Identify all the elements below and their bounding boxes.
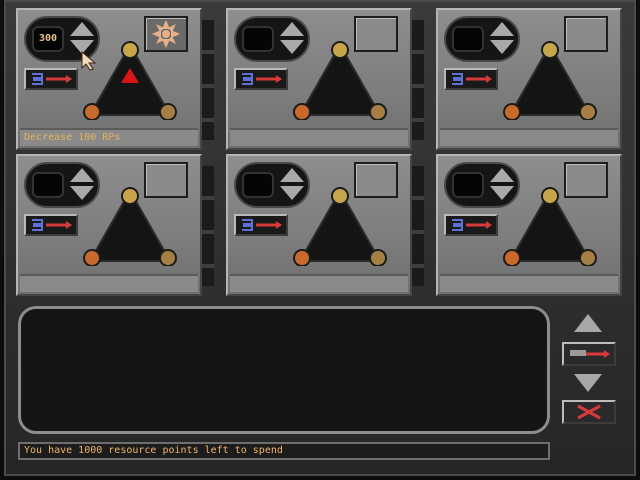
tree-icon <box>369 103 387 120</box>
arrow-up-icon[interactable] <box>490 22 514 36</box>
money-transfer-icon <box>452 73 492 85</box>
triangle-panel <box>503 41 597 120</box>
confirm-transfer-button[interactable] <box>562 342 616 366</box>
fire-icon <box>83 249 101 266</box>
money-transfer-icon <box>242 219 282 231</box>
scales-icon <box>541 187 559 205</box>
slot-status-bar <box>440 274 618 292</box>
fire-icon <box>83 103 101 120</box>
money-transfer-icon <box>570 350 610 358</box>
value-display <box>452 172 484 198</box>
tree-icon <box>159 249 177 266</box>
triangle-panel <box>503 187 597 266</box>
value-display: 300 <box>32 26 64 52</box>
scales-icon <box>331 187 349 205</box>
arrow-up-icon[interactable] <box>70 168 94 182</box>
arrow-up-icon[interactable] <box>280 22 304 36</box>
message-panel <box>18 306 550 434</box>
cancel-x-icon <box>577 404 601 420</box>
slot-3 <box>436 8 622 150</box>
tree-icon <box>159 103 177 120</box>
resource-transfer-button[interactable] <box>444 68 498 90</box>
resource-transfer-button[interactable] <box>444 214 498 236</box>
money-transfer-icon <box>452 219 492 231</box>
arrow-up-icon[interactable] <box>70 22 94 36</box>
scroll-up-icon[interactable] <box>574 314 602 332</box>
value-display <box>32 172 64 198</box>
scales-icon <box>331 41 349 59</box>
slot-5 <box>226 154 424 296</box>
mouse-cursor-icon <box>81 50 97 71</box>
arrow-up-icon[interactable] <box>280 168 304 182</box>
slot-1: 300 Decrease 100 RPs <box>16 8 214 150</box>
slot-rivet <box>412 20 424 140</box>
resource-transfer-button[interactable] <box>24 214 78 236</box>
fire-icon <box>293 249 311 266</box>
triangle-panel <box>83 187 177 266</box>
value-display <box>452 26 484 52</box>
slot-rivet <box>202 20 214 140</box>
money-transfer-icon <box>32 219 72 231</box>
scales-icon <box>121 187 139 205</box>
fire-icon <box>503 249 521 266</box>
money-transfer-icon <box>242 73 282 85</box>
money-transfer-icon <box>32 73 72 85</box>
slot-status-bar: Decrease 100 RPs <box>20 128 198 146</box>
slot-4 <box>16 154 214 296</box>
slot-6 <box>436 154 622 296</box>
slot-status-bar <box>20 274 198 292</box>
scales-icon <box>541 41 559 59</box>
slot-rivet <box>412 166 424 286</box>
triangle-panel <box>293 41 387 120</box>
tree-icon <box>579 249 597 266</box>
resource-transfer-button[interactable] <box>234 68 288 90</box>
scales-icon <box>121 41 139 59</box>
footer-bar: You have 1000 resource points left to sp… <box>18 442 550 460</box>
value-display <box>242 26 274 52</box>
fire-icon <box>293 103 311 120</box>
arrow-up-icon[interactable] <box>490 168 514 182</box>
slot-2 <box>226 8 424 150</box>
slot-status-bar <box>230 128 408 146</box>
slot-status-bar <box>230 274 408 292</box>
cancel-button[interactable] <box>562 400 616 424</box>
tree-icon <box>579 103 597 120</box>
scroll-down-icon[interactable] <box>574 374 602 392</box>
resource-transfer-button[interactable] <box>24 68 78 90</box>
resource-transfer-button[interactable] <box>234 214 288 236</box>
fire-icon <box>503 103 521 120</box>
slot-rivet <box>202 166 214 286</box>
tree-icon <box>369 249 387 266</box>
slot-status-bar <box>440 128 618 146</box>
value-display <box>242 172 274 198</box>
triangle-panel <box>293 187 387 266</box>
